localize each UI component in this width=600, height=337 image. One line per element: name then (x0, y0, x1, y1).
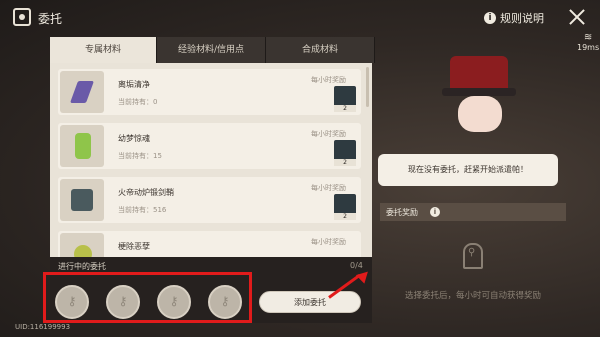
reward-label: 每小时奖励 (311, 238, 346, 246)
material-name: 幼梦惊魂 (118, 134, 150, 143)
list-item[interactable]: 火帝动炉锻剑鞘 当前持有：516 每小时奖励 2 (58, 177, 361, 223)
material-icon (60, 233, 104, 259)
rules-button[interactable]: i 规则说明 (484, 10, 544, 26)
material-held: 当前持有：15 (118, 152, 162, 160)
wifi-icon: ≋ (583, 32, 593, 43)
reward-panel-title: 委托奖励 (386, 208, 418, 217)
close-icon[interactable] (567, 7, 587, 27)
reward-item-icon: 2 (334, 140, 356, 166)
commission-logo-icon (13, 8, 31, 26)
list-item[interactable]: 幼梦惊魂 当前持有：15 每小时奖励 2 (58, 123, 361, 169)
material-icon (60, 125, 104, 167)
slots-highlight-box (43, 272, 252, 323)
network-status: ≋ 19ms (577, 32, 600, 53)
scrollbar[interactable] (366, 67, 369, 107)
reward-label: 每小时奖励 (311, 76, 346, 84)
active-commissions-label: 进行中的委托 (58, 262, 106, 271)
reward-label: 每小时奖励 (311, 130, 346, 138)
reward-hint: 选择委托后，每小时可自动获得奖励 (404, 291, 541, 301)
material-tabs: 专属材料 经验材料/信用点 合成材料 (50, 37, 375, 63)
add-commission-button[interactable]: 添加委托 (259, 291, 361, 313)
character-portrait (432, 52, 532, 164)
material-icon (60, 179, 104, 221)
speech-bubble: 现在没有委托，赶紧开始派遣帕！ (378, 154, 558, 186)
reward-item-icon: 2 (334, 194, 356, 220)
reward-quantity: 2 (334, 213, 356, 220)
page-title: 委托 (38, 12, 63, 26)
latency-text: 19ms (577, 43, 600, 52)
tab-exclusive-materials[interactable]: 专属材料 (50, 37, 157, 63)
material-name: 火帝动炉锻剑鞘 (118, 188, 174, 197)
reward-panel-header: 委托奖励 i (380, 203, 566, 221)
tab-synthesis-materials[interactable]: 合成材料 (266, 37, 375, 63)
uid-text: UID:116199993 (15, 323, 71, 331)
reward-quantity: 2 (334, 159, 356, 166)
material-name: 梗除恶孽 (118, 242, 150, 251)
list-item[interactable]: 离垢清净 当前持有：0 每小时奖励 2 (58, 69, 361, 115)
material-list: 离垢清净 当前持有：0 每小时奖励 2 幼梦惊魂 当前持有：15 每小时奖励 2… (50, 63, 372, 259)
list-item[interactable]: 梗除恶孽 每小时奖励 (58, 231, 361, 259)
material-held: 当前持有：516 (118, 206, 167, 214)
header: 委托 i 规则说明 (0, 0, 600, 36)
material-held: 当前持有：0 (118, 98, 158, 106)
info-icon: i (484, 12, 496, 24)
reward-label: 每小时奖励 (311, 184, 346, 192)
material-name: 离垢清净 (118, 80, 150, 89)
info-icon[interactable]: i (430, 207, 440, 217)
tab-exp-materials[interactable]: 经验材料/信用点 (157, 37, 266, 63)
empty-reward-icon (463, 243, 483, 269)
material-icon (60, 71, 104, 113)
reward-item-icon: 2 (334, 86, 356, 112)
reward-quantity: 2 (334, 105, 356, 112)
rules-label: 规则说明 (500, 12, 544, 25)
